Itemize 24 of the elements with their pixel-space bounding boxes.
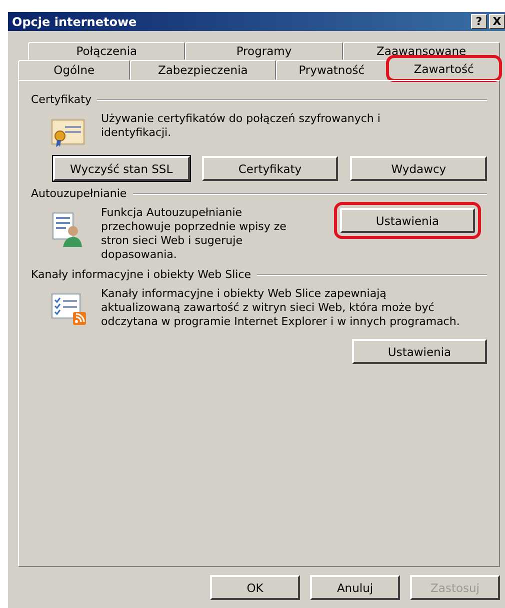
description-text: Funkcja Autouzupełnianie przechowuje poprzednie wpisy ze stron sieci Web i sugeruje dopasowania. <box>101 206 288 262</box>
certificate-button[interactable]: Certyfikaty <box>202 156 338 181</box>
document-person-icon <box>51 212 83 248</box>
tab[interactable]: Ogólne <box>18 60 130 80</box>
certificate-icon <box>51 118 85 148</box>
checklist-feed-icon <box>51 293 87 327</box>
close-button[interactable]: X <box>489 14 505 29</box>
certificate-button[interactable]: Wyczyść stan SSL <box>53 156 190 181</box>
tab[interactable]: Programy <box>185 42 343 60</box>
group-title: Kanały informacyjne i obiekty Web Slice <box>31 268 252 281</box>
tab[interactable]: Zabezpieczenia <box>130 60 276 80</box>
help-button[interactable]: ? <box>471 14 487 29</box>
window-title: Opcje internetowe <box>12 14 138 28</box>
group-title: Autouzupełnianie <box>31 187 127 200</box>
group-title: Certyfikaty <box>31 93 92 106</box>
certificate-button[interactable]: Wydawcy <box>350 156 488 181</box>
dialog-button[interactable]: Anuluj <box>310 575 400 600</box>
settings-button[interactable]: Ustawienia <box>352 339 487 364</box>
tab[interactable]: Zawartość <box>388 57 500 80</box>
dialog-button[interactable]: OK <box>210 575 300 600</box>
description-text: Kanały informacyjne i obiekty Web Slice zapewniają aktualizowaną zawartość z witryn sieci Web, która może być odczytana w programie Internet Explorer i w innych programach. <box>101 287 461 329</box>
tab[interactable]: Połączenia <box>28 42 186 60</box>
tab[interactable]: Prywatność <box>276 60 388 80</box>
description-text: Używanie certyfikatów do połączeń szyfrowanych i identyfikacji. <box>101 112 382 140</box>
